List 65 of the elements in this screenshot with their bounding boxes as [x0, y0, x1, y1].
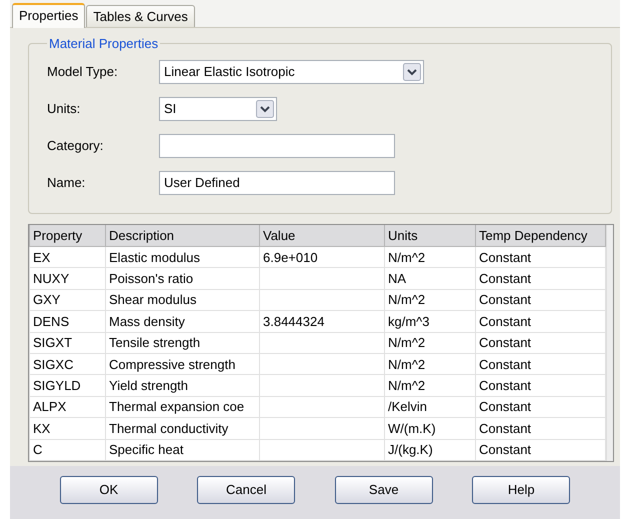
table-cell: Shear modulus: [106, 289, 260, 311]
table-cell: KX: [30, 418, 106, 440]
table-cell: Yield strength: [106, 374, 260, 396]
table-cell: Constant: [476, 268, 606, 290]
column-header[interactable]: Temp Dependency: [476, 225, 606, 246]
column-header[interactable]: Value: [260, 225, 384, 246]
table-cell: Compressive strength: [106, 353, 260, 375]
table-cell: /Kelvin: [384, 396, 476, 418]
table-cell: Constant: [476, 289, 606, 311]
table-cell: J/(kg.K): [384, 439, 476, 460]
tab[interactable]: Tables & Curves: [86, 5, 195, 27]
table-cell: N/m^2: [384, 353, 476, 375]
table-cell: Constant: [476, 332, 606, 354]
table-cell: Thermal expansion coe: [106, 396, 260, 418]
dialog-button[interactable]: OK: [60, 476, 158, 504]
table-cell: Constant: [476, 418, 606, 440]
dialog-button[interactable]: Save: [334, 476, 433, 504]
table-cell: N/m^2: [384, 289, 476, 311]
table-cell: SIGXT: [30, 332, 106, 354]
column-header[interactable]: Property: [30, 225, 106, 246]
scrollbar[interactable]: [606, 225, 613, 461]
table-cell: Elastic modulus: [106, 246, 260, 268]
table-cell: N/m^2: [384, 332, 476, 354]
table-cell: N/m^2: [384, 246, 476, 268]
table-cell: DENS: [30, 310, 106, 332]
group-title: Material Properties: [48, 36, 160, 51]
dropdown-field[interactable]: SI: [159, 96, 277, 120]
column-header[interactable]: Units: [384, 225, 476, 246]
field-label: Model Type:: [47, 64, 119, 79]
table-cell: Constant: [476, 246, 606, 268]
dropdown-button[interactable]: [403, 62, 421, 80]
text-field[interactable]: [159, 134, 395, 158]
table-cell: SIGXC: [30, 353, 106, 375]
table-cell: kg/m^3: [384, 310, 476, 332]
table-cell: Mass density: [106, 310, 260, 332]
table-cell: ALPX: [30, 396, 106, 418]
table-cell: Specific heat: [106, 439, 260, 460]
dialog-button[interactable]: Cancel: [197, 476, 296, 504]
tab[interactable]: Properties: [12, 3, 86, 28]
table-cell: C: [30, 439, 106, 460]
table-cell: EX: [30, 246, 106, 268]
table-cell: W/(m.K): [384, 418, 476, 440]
column-header[interactable]: Description: [106, 225, 260, 246]
table-cell: Constant: [476, 439, 606, 460]
table-cell: Poisson's ratio: [106, 268, 260, 290]
table-cell: Tensile strength: [106, 332, 260, 354]
table-cell: Constant: [476, 310, 606, 332]
table-cell: NA: [384, 268, 476, 290]
table-cell: Constant: [476, 353, 606, 375]
text-field[interactable]: User Defined: [159, 170, 395, 194]
table-cell: N/m^2: [384, 374, 476, 396]
table-cell: GXY: [30, 289, 106, 311]
table-cell: Constant: [476, 374, 606, 396]
field-label: Units:: [47, 101, 82, 116]
field-label: Category:: [47, 138, 104, 153]
dialog-button[interactable]: Help: [472, 476, 570, 504]
table-cell: 3.8444324: [260, 310, 384, 332]
dropdown-button[interactable]: [256, 100, 274, 118]
table-cell: SIGYLD: [30, 374, 106, 396]
table-cell: 6.9e+010: [260, 246, 384, 268]
table-cell: Thermal conductivity: [106, 418, 260, 440]
table-cell: Constant: [476, 396, 606, 418]
field-label: Name:: [47, 175, 86, 190]
dropdown-field[interactable]: Linear Elastic Isotropic: [159, 60, 424, 84]
table-cell: NUXY: [30, 268, 106, 290]
